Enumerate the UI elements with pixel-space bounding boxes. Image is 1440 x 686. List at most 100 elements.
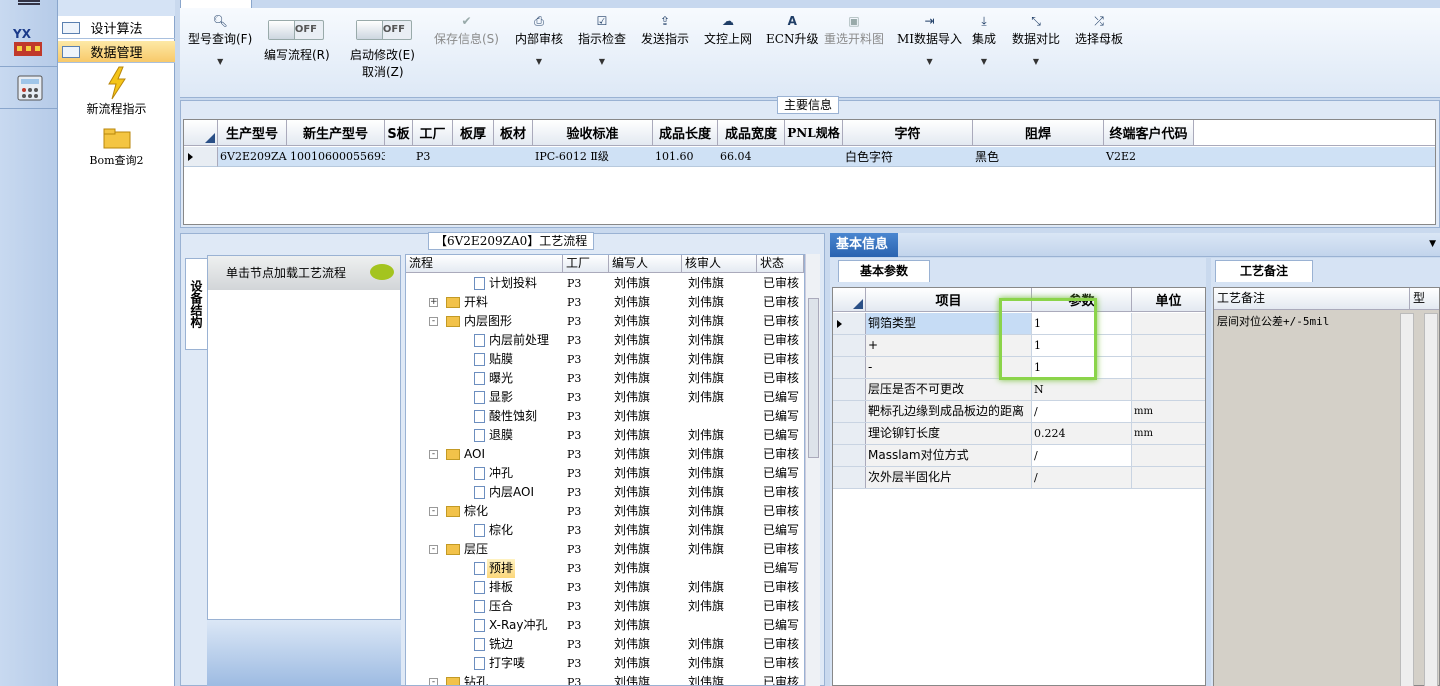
save-button[interactable]: ✔ 保存信息(S) [434, 12, 499, 47]
instruction-check-button[interactable]: ☑ 指示检查 ▼ [578, 12, 626, 66]
tree-row[interactable]: 酸性蚀刻 P3 刘伟旗 已编写 [406, 407, 804, 426]
table-cell[interactable]: 101.60 [653, 147, 718, 167]
table-cell[interactable]: V2E2 [1104, 147, 1194, 167]
column-header[interactable]: 编写人 [609, 255, 682, 273]
collapse-icon[interactable]: - [429, 317, 438, 326]
param-row[interactable]: Masslam对位方式 / [833, 445, 1205, 467]
table-cell[interactable]: 白色字符 [843, 147, 973, 167]
column-header[interactable]: PNL规格 [785, 120, 843, 146]
cancel-button[interactable]: 取消(Z) [362, 63, 404, 80]
param-value[interactable]: / [1032, 401, 1132, 422]
column-header[interactable]: 单位 [1132, 288, 1205, 312]
chevron-down-icon[interactable]: ▼ [599, 57, 605, 66]
row-indicator[interactable] [184, 147, 218, 167]
column-header[interactable]: 阻焊 [973, 120, 1104, 146]
column-header[interactable]: 生产型号 [218, 120, 287, 146]
column-header[interactable]: 核审人 [682, 255, 757, 273]
param-row[interactable]: 理论铆钉长度 0.224 mm [833, 423, 1205, 445]
tree-row[interactable]: 打字唛 P3 刘伟旗 刘伟旗 已审核 [406, 654, 804, 673]
tab-basic-params[interactable]: 基本参数 [838, 260, 930, 282]
integrate-button[interactable]: ⤓ 集成 ▼ [972, 12, 996, 66]
tab-process-notes[interactable]: 工艺备注 [1215, 260, 1313, 282]
collapse-icon[interactable]: - [429, 545, 438, 554]
tree-row[interactable]: 内层AOI P3 刘伟旗 刘伟旗 已审核 [406, 483, 804, 502]
column-header[interactable]: S板 [385, 120, 413, 146]
tree-row[interactable]: 内层前处理 P3 刘伟旗 刘伟旗 已审核 [406, 331, 804, 350]
column-header[interactable]: 新生产型号 [287, 120, 385, 146]
table-cell[interactable] [494, 147, 533, 167]
param-value[interactable]: / [1032, 467, 1132, 488]
tree-row[interactable]: 显影 P3 刘伟旗 刘伟旗 已编写 [406, 388, 804, 407]
nav-item-data-management[interactable]: 数据管理 [58, 41, 175, 63]
tree-scrollbar[interactable] [805, 254, 820, 686]
tree-row[interactable]: 压合 P3 刘伟旗 刘伟旗 已审核 [406, 597, 804, 616]
tree-row[interactable]: 冲孔 P3 刘伟旗 刘伟旗 已编写 [406, 464, 804, 483]
tree-row[interactable]: - 层压 P3 刘伟旗 刘伟旗 已审核 [406, 540, 804, 559]
tree-row[interactable]: 曝光 P3 刘伟旗 刘伟旗 已审核 [406, 369, 804, 388]
tree-row[interactable]: 退膜 P3 刘伟旗 刘伟旗 已编写 [406, 426, 804, 445]
column-header[interactable]: 工艺备注 [1214, 288, 1410, 310]
menu-icon[interactable] [18, 0, 40, 5]
tree-row[interactable]: 贴膜 P3 刘伟旗 刘伟旗 已审核 [406, 350, 804, 369]
chevron-down-icon[interactable]: ▼ [981, 57, 987, 66]
expand-icon[interactable]: + [429, 298, 438, 307]
column-header[interactable]: 状态 [757, 255, 804, 273]
mi-import-button[interactable]: ⇥ MI数据导入 ▼ [897, 12, 962, 66]
row-indicator[interactable] [833, 467, 866, 488]
grid-corner[interactable] [833, 288, 866, 312]
row-indicator[interactable] [833, 313, 866, 334]
collapse-icon[interactable]: - [429, 507, 438, 516]
row-indicator[interactable] [833, 357, 866, 378]
collapse-icon[interactable]: - [429, 450, 438, 459]
row-indicator[interactable] [833, 335, 866, 356]
table-cell[interactable] [785, 147, 843, 167]
bom-query-tool[interactable]: Bom查询2 [58, 126, 175, 168]
tree-row[interactable]: - 内层图形 P3 刘伟旗 刘伟旗 已审核 [406, 312, 804, 331]
calculator-icon[interactable] [16, 74, 44, 102]
table-cell[interactable]: P3 [413, 147, 453, 167]
chevron-down-icon[interactable]: ▼ [217, 57, 223, 66]
tree-row[interactable]: X-Ray冲孔 P3 刘伟旗 已编写 [406, 616, 804, 635]
edit-process-toggle[interactable]: OFF [268, 20, 324, 40]
select-mother-board-button[interactable]: ⤮ 选择母板 [1075, 12, 1123, 47]
tree-row[interactable]: - AOI P3 刘伟旗 刘伟旗 已审核 [406, 445, 804, 464]
data-compare-button[interactable]: ⤡ 数据对比 ▼ [1012, 12, 1060, 66]
param-row[interactable]: 靶标孔边缘到成品板边的距离 / mm [833, 401, 1205, 423]
chevron-down-icon[interactable]: ▼ [1033, 57, 1039, 66]
param-value[interactable]: / [1032, 445, 1132, 466]
tab-basic-info[interactable]: 基本信息 [830, 233, 898, 257]
model-query-button[interactable]: 🔍︎ 型号查询(F) ▼ [188, 12, 252, 66]
reselect-cutting-button[interactable]: ▣ 重选开料图 [824, 12, 884, 47]
tree-row[interactable]: 计划投料 P3 刘伟旗 刘伟旗 已审核 [406, 274, 804, 293]
chevron-down-icon[interactable]: ▼ [926, 57, 932, 66]
column-header[interactable]: 板材 [494, 120, 533, 146]
param-row[interactable]: 层压是否不可更改 N [833, 379, 1205, 401]
ecn-upgrade-button[interactable]: A ECN升级 [766, 12, 818, 47]
notes-cell[interactable]: 层间对位公差+/-5mil [1214, 311, 1410, 686]
column-header[interactable]: 型 [1410, 288, 1439, 310]
column-header[interactable]: 验收标准 [533, 120, 653, 146]
collapse-icon[interactable]: - [429, 678, 438, 685]
chevron-down-icon[interactable]: ▼ [536, 57, 542, 66]
column-header[interactable]: 工厂 [413, 120, 453, 146]
column-header[interactable]: 工厂 [563, 255, 609, 273]
yx-app-icon[interactable]: YX [12, 26, 46, 58]
tree-row[interactable]: + 开料 P3 刘伟旗 刘伟旗 已审核 [406, 293, 804, 312]
table-cell[interactable] [453, 147, 494, 167]
grid-corner[interactable] [184, 120, 218, 146]
column-header[interactable]: 终端客户代码 [1104, 120, 1194, 146]
chevron-down-icon[interactable]: ▼ [1429, 239, 1436, 249]
tree-row[interactable]: - 棕化 P3 刘伟旗 刘伟旗 已审核 [406, 502, 804, 521]
scrollbar-thumb[interactable] [808, 298, 819, 458]
nav-item-design-algorithm[interactable]: 设计算法 [58, 17, 175, 39]
row-indicator[interactable] [833, 445, 866, 466]
column-header[interactable]: 流程 [406, 255, 563, 273]
new-process-instruction-tool[interactable]: 新流程指示 [58, 66, 175, 117]
tree-row[interactable]: 棕化 P3 刘伟旗 刘伟旗 已编写 [406, 521, 804, 540]
internal-review-button[interactable]: ⎙ 内部审核 ▼ [515, 12, 563, 66]
document-upload-button[interactable]: ☁ 文控上网 [704, 12, 752, 47]
tree-row[interactable]: 预排 P3 刘伟旗 已编写 [406, 559, 804, 578]
table-cell[interactable]: 10010600055693 [287, 147, 385, 167]
param-row[interactable]: 次外层半固化片 / [833, 467, 1205, 489]
param-value[interactable]: 0.224 [1032, 423, 1132, 444]
